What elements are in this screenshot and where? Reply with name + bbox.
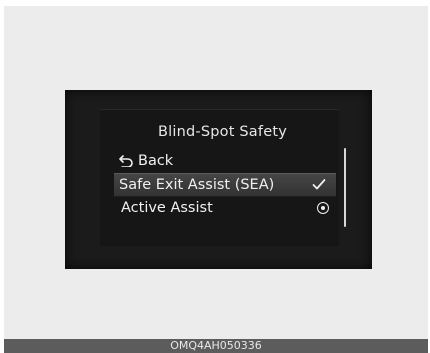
back-arrow-icon [119, 155, 133, 167]
radio-button-icon[interactable] [317, 202, 329, 214]
figure-code-bar: OMQ4AH050336 [4, 339, 428, 353]
figure-frame: Blind-Spot Safety Back Safe Exit Assist … [4, 6, 428, 339]
menu-item-back[interactable]: Back [119, 150, 335, 172]
menu-item-label: Active Assist [121, 200, 213, 216]
menu-panel: Blind-Spot Safety Back Safe Exit Assist … [100, 109, 346, 246]
menu-item-label: Back [138, 153, 174, 169]
menu-scrollbar[interactable] [344, 148, 346, 227]
menu-item-label: Safe Exit Assist (SEA) [119, 177, 275, 193]
checkmark-icon [312, 179, 326, 190]
menu-title: Blind-Spot Safety [158, 124, 287, 140]
display-screen: Blind-Spot Safety Back Safe Exit Assist … [65, 90, 372, 269]
menu-item-active-assist[interactable]: Active Assist [119, 197, 335, 219]
menu-item-safe-exit-assist[interactable]: Safe Exit Assist (SEA) [114, 173, 336, 197]
figure-code: OMQ4AH050336 [170, 339, 262, 352]
